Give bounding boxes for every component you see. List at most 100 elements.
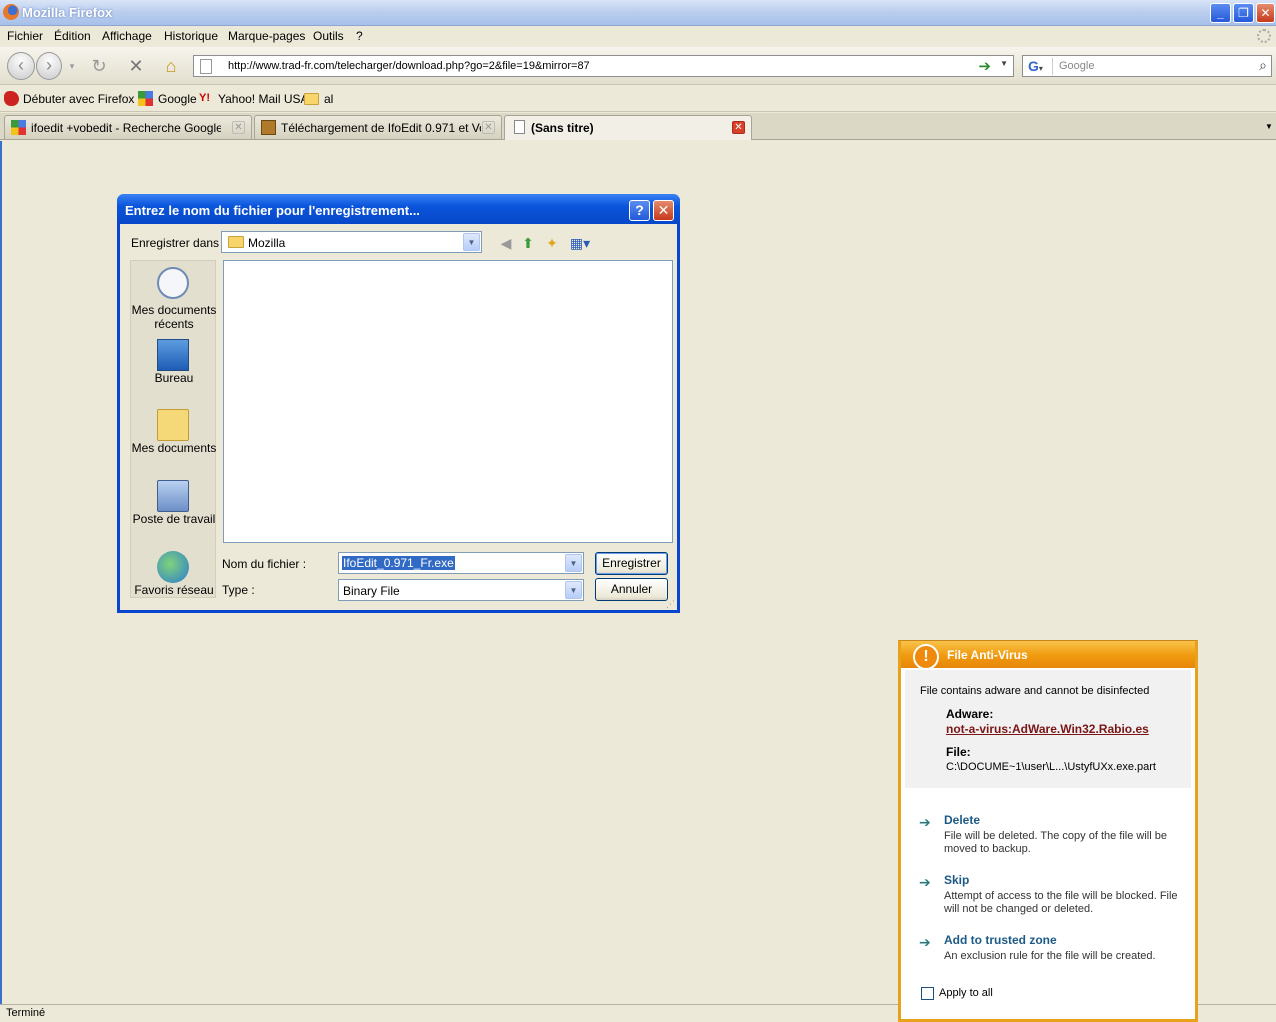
my-computer-icon xyxy=(157,480,189,512)
filename-field[interactable]: IfoEdit_0.971_Fr.exe ▼ xyxy=(338,552,584,574)
place-desktop[interactable]: Bureau xyxy=(131,337,217,391)
place-recent-documents[interactable]: Mes documents récents xyxy=(131,265,217,331)
tab-list-dropdown-icon[interactable]: ▼ xyxy=(1262,115,1276,139)
maximize-button[interactable]: ❐ xyxy=(1233,3,1254,23)
delete-action-title[interactable]: Delete xyxy=(944,813,980,827)
window-title: Mozilla Firefox xyxy=(22,5,113,20)
trusted-zone-action[interactable]: ➔ Add to trusted zone An exclusion rule … xyxy=(919,933,1179,967)
history-dropdown-icon[interactable]: ▾ xyxy=(62,56,82,76)
tab-sans-titre[interactable]: (Sans titre) ✕ xyxy=(504,115,752,140)
bookmark-folder-al[interactable]: al xyxy=(324,92,333,106)
close-window-button[interactable]: ✕ xyxy=(1256,3,1275,23)
file-path: C:\DOCUME~1\user\L...\UstyfUXx.exe.part xyxy=(946,761,1156,773)
place-label: Bureau xyxy=(154,371,194,385)
tab-close-icon[interactable]: ✕ xyxy=(482,121,495,134)
navigation-toolbar: ‹ › ▾ ↻ ✕ ⌂ http://www.trad-fr.com/telec… xyxy=(0,47,1276,85)
chevron-down-icon[interactable]: ▼ xyxy=(565,554,582,572)
tab-label: (Sans titre) xyxy=(531,121,594,135)
tab-label: Téléchargement de IfoEdit 0.971 et Vo... xyxy=(281,121,481,135)
resize-grip-icon[interactable]: ⋰ xyxy=(666,599,676,609)
url-text: http://www.trad-fr.com/telecharger/downl… xyxy=(228,60,590,72)
menu-affichage[interactable]: Affichage xyxy=(102,29,152,43)
chevron-down-icon[interactable]: ▼ xyxy=(565,581,582,599)
apply-to-all-checkbox[interactable] xyxy=(921,987,934,1000)
file-list-view[interactable] xyxy=(223,260,673,543)
places-bar: Mes documents récents Bureau Mes documen… xyxy=(130,260,216,598)
minimize-button[interactable]: _ xyxy=(1210,3,1231,23)
search-icon[interactable]: ⌕ xyxy=(1259,57,1267,74)
page-icon xyxy=(200,59,212,74)
save-button[interactable]: Enregistrer xyxy=(595,552,668,575)
menu-edition[interactable]: Édition xyxy=(54,29,91,43)
chevron-down-icon[interactable]: ▼ xyxy=(463,233,480,251)
apply-to-all-label[interactable]: Apply to all xyxy=(939,987,993,999)
google-favicon-icon xyxy=(11,120,26,135)
up-folder-icon[interactable]: ⬆ xyxy=(519,234,537,252)
adware-label: Adware: xyxy=(946,707,994,721)
recent-documents-icon xyxy=(157,267,189,299)
place-my-computer[interactable]: Poste de travail xyxy=(131,478,217,532)
save-in-value: Mozilla xyxy=(248,236,286,250)
delete-action[interactable]: ➔ Delete File will be deleted. The copy … xyxy=(919,813,1179,859)
adware-name-link[interactable]: not-a-virus:AdWare.Win32.Rabio.es xyxy=(946,722,1149,736)
new-folder-icon[interactable]: ✦ xyxy=(543,234,561,252)
threat-message: File contains adware and cannot be disin… xyxy=(920,685,1150,697)
antivirus-title: File Anti-Virus xyxy=(947,648,1028,662)
type-value: Binary File xyxy=(343,584,400,598)
menu-historique[interactable]: Historique xyxy=(164,29,218,43)
place-network[interactable]: Favoris réseau xyxy=(131,549,217,603)
tab-bar: ifoedit +vobedit - Recherche Google ✕ Té… xyxy=(0,113,1276,140)
home-icon[interactable]: ⌂ xyxy=(161,56,181,76)
menu-marque-pages[interactable]: Marque-pages xyxy=(228,29,305,43)
type-label: Type : xyxy=(222,583,255,597)
search-placeholder: Google xyxy=(1059,60,1095,72)
reload-icon[interactable]: ↻ xyxy=(89,56,109,76)
save-in-label: Enregistrer dans : xyxy=(131,236,226,250)
back-arrow-icon[interactable]: ◀ xyxy=(497,234,515,252)
menu-outils[interactable]: Outils xyxy=(313,29,344,43)
trusted-zone-action-title[interactable]: Add to trusted zone xyxy=(944,933,1057,947)
tab-close-icon[interactable]: ✕ xyxy=(732,121,745,134)
my-documents-icon xyxy=(157,409,189,441)
tab-telechargement[interactable]: Téléchargement de IfoEdit 0.971 et Vo...… xyxy=(254,115,502,139)
network-globe-icon xyxy=(157,551,189,583)
stop-icon[interactable]: ✕ xyxy=(126,56,146,76)
folder-icon xyxy=(304,93,319,105)
type-dropdown[interactable]: Binary File ▼ xyxy=(338,579,584,601)
url-dropdown-icon[interactable]: ▼ xyxy=(1000,59,1008,68)
view-menu-icon[interactable]: ▦▾ xyxy=(567,234,593,252)
help-button[interactable]: ? xyxy=(629,200,650,221)
bookmark-debuter-firefox[interactable]: Débuter avec Firefox xyxy=(23,92,134,106)
warning-icon: ! xyxy=(913,644,939,670)
search-bar[interactable]: G▾ Google ⌕ xyxy=(1022,55,1272,77)
loading-throbber-icon xyxy=(1257,29,1271,43)
file-label: File: xyxy=(946,745,971,759)
place-label: Mes documents xyxy=(131,441,217,455)
bookmark-google[interactable]: Google xyxy=(158,92,197,106)
skip-action-title[interactable]: Skip xyxy=(944,873,969,887)
skip-action[interactable]: ➔ Skip Attempt of access to the file wil… xyxy=(919,873,1179,919)
trusted-zone-action-desc: An exclusion rule for the file will be c… xyxy=(944,950,1156,962)
menu-fichier[interactable]: Fichier xyxy=(7,29,43,43)
go-arrow-icon[interactable]: ➔ xyxy=(978,57,991,75)
bookmark-yahoo-mail[interactable]: Yahoo! Mail USA xyxy=(218,92,309,106)
menu-help[interactable]: ? xyxy=(356,29,363,43)
tab-google-search[interactable]: ifoedit +vobedit - Recherche Google ✕ xyxy=(4,115,252,139)
dialog-close-button[interactable]: ✕ xyxy=(653,200,674,221)
skip-action-desc: Attempt of access to the file will be bl… xyxy=(944,890,1178,915)
save-in-dropdown[interactable]: Mozilla ▼ xyxy=(221,231,482,253)
google-engine-icon[interactable]: G▾ xyxy=(1025,58,1053,75)
site-favicon-icon xyxy=(261,120,276,135)
tab-close-icon[interactable]: ✕ xyxy=(232,121,245,134)
place-my-documents[interactable]: Mes documents xyxy=(131,407,217,461)
back-button[interactable]: ‹ xyxy=(7,52,35,80)
window-titlebar: Mozilla Firefox _ ❐ ✕ xyxy=(0,0,1276,26)
filename-value: IfoEdit_0.971_Fr.exe xyxy=(342,556,455,570)
forward-button[interactable]: › xyxy=(36,52,62,80)
cancel-button[interactable]: Annuler xyxy=(595,578,668,601)
arrow-right-icon: ➔ xyxy=(919,814,931,830)
url-bar[interactable]: http://www.trad-fr.com/telecharger/downl… xyxy=(193,55,1014,77)
status-text: Terminé xyxy=(6,1007,46,1019)
threat-info-panel: File contains adware and cannot be disin… xyxy=(905,670,1191,788)
desktop-icon xyxy=(157,339,189,371)
